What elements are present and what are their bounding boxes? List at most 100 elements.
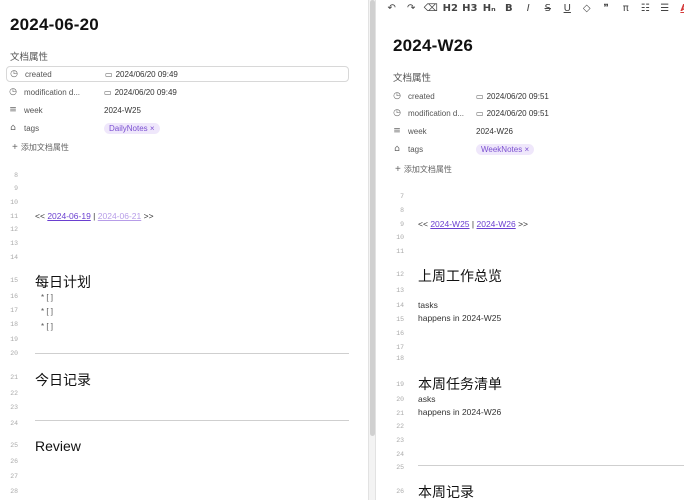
heading-review[interactable]: Review (35, 438, 81, 454)
clock-icon: ◷ (393, 108, 401, 118)
attr-row-week[interactable]: ≡ week 2024-W25 (6, 102, 349, 118)
clear-format-icon[interactable]: ⌫ (421, 0, 441, 16)
query-text[interactable]: happens in 2024-W26 (418, 407, 501, 417)
add-attribute-button[interactable]: + 添加文档属性 (12, 142, 69, 153)
line-number: 25 (10, 442, 18, 449)
attr-row-week[interactable]: ≡ week 2024-W26 (390, 123, 680, 139)
tag-chip[interactable]: DailyNotes × (104, 122, 160, 134)
next-day-link[interactable]: 2024-06-21 (98, 211, 141, 221)
line-number: 18 (396, 355, 404, 362)
calendar-icon: ▭ (104, 87, 112, 97)
redo-icon[interactable]: ↷ (402, 0, 422, 16)
attr-row-created[interactable]: ◷ created ▭ 2024/06/20 09:49 (6, 66, 349, 82)
query-text[interactable]: asks (418, 394, 435, 404)
week-nav-line: << 2024-06-19 | 2024-06-21 >> (35, 211, 154, 221)
line-number: 11 (10, 213, 18, 220)
line-number: 15 (10, 277, 18, 284)
undo-icon[interactable]: ↶ (382, 0, 402, 16)
attributes-heading: 文档属性 (393, 73, 432, 84)
remove-tag-icon[interactable]: × (524, 145, 529, 154)
attr-row-created[interactable]: ◷ created ▭ 2024/06/20 09:51 (390, 88, 680, 104)
attr-row-tags[interactable]: ⌂ tags WeekNotes × (390, 141, 680, 157)
line-number: 8 (400, 207, 404, 214)
document-title[interactable]: 2024-W26 (393, 36, 473, 56)
query-text[interactable]: tasks (418, 300, 438, 310)
line-number: 24 (10, 420, 18, 427)
heading3-button[interactable]: H3 (460, 0, 480, 16)
task-item[interactable]: * [ ] (41, 293, 53, 302)
line-number: 16 (396, 330, 404, 337)
nav-prefix: << (35, 211, 45, 221)
attr-name: created (25, 69, 52, 79)
prev-week-link[interactable]: 2024-W25 (430, 219, 469, 229)
line-number: 25 (396, 464, 404, 471)
line-number: 18 (10, 321, 18, 328)
bold-button[interactable]: B (499, 0, 519, 16)
attr-row-modification[interactable]: ◷ modification d... ▭ 2024/06/20 09:51 (390, 105, 680, 121)
line-number: 16 (10, 293, 18, 300)
add-attribute-label: 添加文档属性 (20, 143, 69, 152)
task-item[interactable]: * [ ] (41, 307, 53, 316)
horizontal-rule (418, 465, 684, 466)
clock-icon: ◷ (9, 87, 17, 97)
heading-week-record[interactable]: 本周记录 (418, 482, 474, 500)
line-number: 24 (396, 451, 404, 458)
document-title[interactable]: 2024-06-20 (10, 15, 99, 35)
attr-row-tags[interactable]: ⌂ tags DailyNotes × (6, 120, 349, 136)
task-item[interactable]: * [ ] (41, 322, 53, 331)
heading-today-record[interactable]: 今日记录 (35, 370, 91, 390)
horizontal-rule (35, 353, 349, 354)
text-lines-icon: ≡ (393, 126, 401, 136)
remove-tag-icon[interactable]: × (150, 124, 155, 133)
highlight-icon[interactable]: ◇ (577, 0, 597, 16)
pane-splitter[interactable] (368, 0, 376, 500)
line-number: 23 (10, 404, 18, 411)
strikethrough-button[interactable]: S (538, 0, 558, 16)
attr-value[interactable]: 2024-W25 (104, 106, 141, 115)
tag-chip[interactable]: WeekNotes × (476, 143, 535, 155)
line-number: 11 (396, 248, 404, 255)
heading-this-week-tasks[interactable]: 本周任务清单 (418, 374, 502, 394)
underline-button[interactable]: U (558, 0, 578, 16)
attr-name: created (408, 91, 435, 101)
horizontal-rule (35, 420, 349, 421)
align-icon[interactable]: ☰ (655, 0, 675, 16)
left-editor-pane[interactable]: 2024-06-20 文档属性 ◷ created ▭ 2024/06/20 09… (0, 0, 368, 500)
nav-prefix: << (418, 219, 428, 229)
line-number: 12 (396, 271, 404, 278)
heading2-button[interactable]: H2 (441, 0, 461, 16)
heading-n-button[interactable]: Hₙ (480, 0, 500, 16)
tag-icon: ⌂ (394, 144, 400, 154)
calendar-icon: ▭ (105, 69, 113, 79)
line-number: 19 (10, 336, 18, 343)
quote-icon[interactable]: ❞ (597, 0, 617, 16)
week-nav-line: << 2024-W25 | 2024-W26 >> (418, 219, 528, 229)
add-attribute-button[interactable]: + 添加文档属性 (395, 164, 452, 175)
attr-name: modification d... (24, 87, 81, 97)
line-number: 17 (396, 344, 404, 351)
attr-value[interactable]: 2024/06/20 09:51 (487, 92, 549, 101)
attr-value[interactable]: 2024-W26 (476, 127, 513, 136)
nav-suffix: >> (143, 211, 154, 221)
scrollbar-thumb[interactable] (370, 0, 375, 436)
prev-day-link[interactable]: 2024-06-19 (47, 211, 90, 221)
line-number: 14 (396, 302, 404, 309)
heading-last-week-overview[interactable]: 上周工作总览 (418, 266, 502, 286)
nav-suffix: >> (518, 219, 529, 229)
line-number: 22 (396, 423, 404, 430)
attr-row-modification[interactable]: ◷ modification d... ▭ 2024/06/20 09:49 (6, 84, 349, 100)
italic-button[interactable]: I (519, 0, 539, 16)
list-icon[interactable]: ☷ (636, 0, 656, 16)
math-icon[interactable]: π (616, 0, 636, 16)
attr-value[interactable]: 2024/06/20 09:51 (487, 109, 549, 118)
add-attribute-label: 添加文档属性 (403, 165, 452, 174)
attr-value[interactable]: 2024/06/20 09:49 (116, 70, 178, 79)
current-week-link[interactable]: 2024-W26 (477, 219, 516, 229)
right-editor-pane[interactable]: ↶ ↷ ⌫ H2 H3 Hₙ B I S U ◇ ❞ π ☷ ☰ A 2024-… (376, 0, 684, 500)
attr-value[interactable]: 2024/06/20 09:49 (115, 88, 177, 97)
font-color-button[interactable]: A (675, 0, 684, 16)
query-text[interactable]: happens in 2024-W25 (418, 313, 501, 323)
line-number: 19 (396, 381, 404, 388)
heading-daily-plan[interactable]: 每日计划 (35, 272, 91, 292)
line-number: 9 (14, 185, 18, 192)
